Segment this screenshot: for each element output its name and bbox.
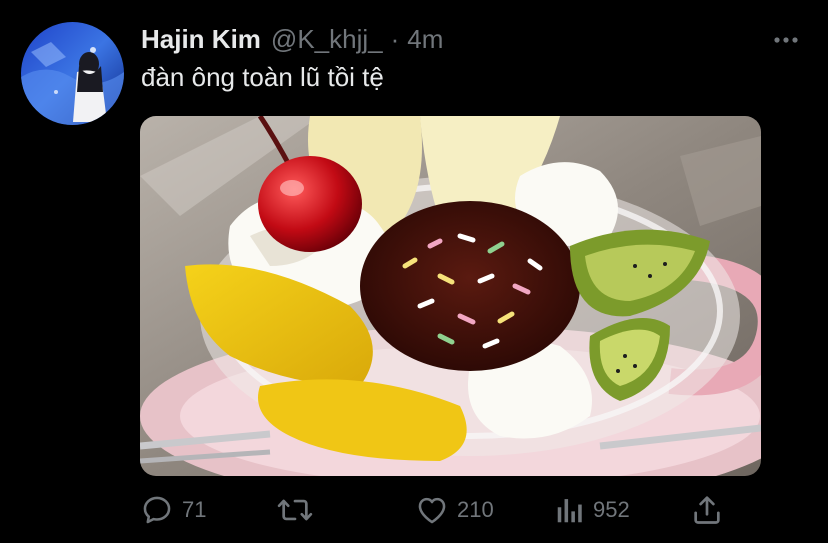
like-button[interactable]: 210 <box>415 493 494 527</box>
avatar[interactable] <box>21 22 124 125</box>
separator-dot: · <box>390 24 400 54</box>
reply-button[interactable]: 71 <box>140 493 206 527</box>
timestamp[interactable]: 4m <box>407 24 443 55</box>
reply-icon <box>143 496 171 524</box>
views-count: 952 <box>593 497 630 522</box>
views-button[interactable]: 952 <box>555 493 630 527</box>
share-button[interactable] <box>690 493 724 527</box>
tweet-text: đàn ông toàn lũ tồi tệ <box>141 62 384 92</box>
display-name[interactable]: Hajin Kim <box>141 24 261 55</box>
views-icon <box>557 499 582 523</box>
retweet-button[interactable] <box>276 493 322 527</box>
tweet-media-photo[interactable] <box>140 116 761 476</box>
more-options-button[interactable] <box>770 28 802 52</box>
tweet-header: Hajin Kim @K_khjj_ · 4m <box>141 24 443 58</box>
retweet-icon <box>277 499 313 521</box>
more-horizontal-icon <box>774 37 798 43</box>
share-icon <box>694 496 720 524</box>
photo-image <box>140 116 761 476</box>
like-count: 210 <box>457 497 494 522</box>
avatar-image <box>21 22 124 125</box>
user-handle[interactable]: @K_khjj_ <box>271 24 383 55</box>
reply-count: 71 <box>182 497 207 522</box>
heart-icon <box>418 497 446 524</box>
